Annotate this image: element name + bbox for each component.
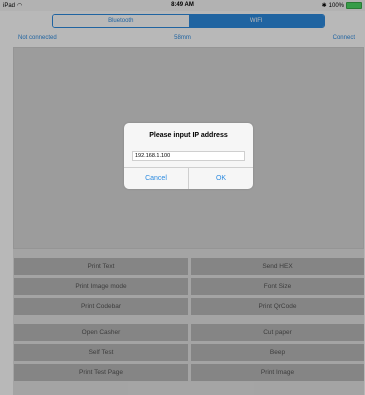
- ip-address-input[interactable]: [132, 151, 245, 161]
- modal-overlay: [0, 0, 365, 395]
- dialog-title: Please input IP address: [149, 132, 228, 139]
- ip-address-dialog: Please input IP address Cancel OK: [124, 123, 253, 189]
- ok-button[interactable]: OK: [189, 168, 253, 189]
- cancel-button[interactable]: Cancel: [124, 168, 188, 189]
